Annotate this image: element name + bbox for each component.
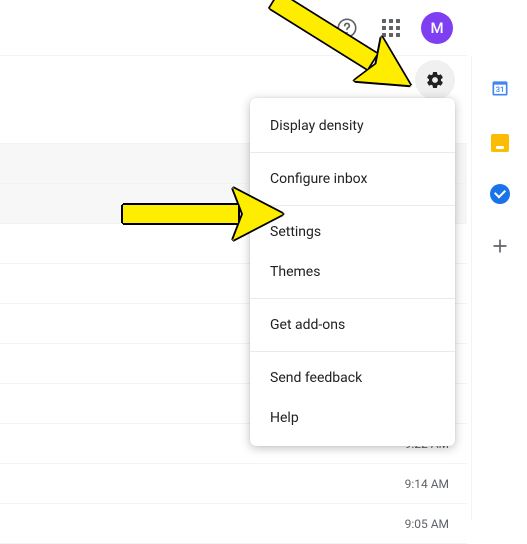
mail-row[interactable]: 9:14 AM [0,464,467,504]
calendar-icon: 31 [490,78,510,98]
settings-menu: Display density Configure inbox Settings… [250,98,455,446]
menu-divider [250,351,455,352]
menu-divider [250,152,455,153]
apps-button[interactable] [371,8,411,48]
menu-item-display-density[interactable]: Display density [250,106,455,146]
plus-icon [490,236,510,256]
side-panel: 31 [471,56,527,520]
help-button[interactable] [327,8,367,48]
apps-icon [382,19,400,37]
mail-row[interactable]: 9:05 AM [0,504,467,544]
menu-item-settings[interactable]: Settings [250,212,455,252]
calendar-addon-button[interactable]: 31 [490,78,510,102]
menu-item-help[interactable]: Help [250,398,455,438]
avatar[interactable]: M [421,12,453,44]
keep-addon-button[interactable] [491,134,509,152]
tasks-addon-button[interactable] [490,184,510,204]
menu-divider [250,298,455,299]
topbar: M [0,0,467,56]
menu-item-send-feedback[interactable]: Send feedback [250,358,455,398]
mail-time: 9:14 AM [405,477,449,491]
help-icon [336,17,358,39]
settings-gear-button[interactable] [415,60,455,100]
svg-text:31: 31 [495,85,504,94]
menu-item-configure-inbox[interactable]: Configure inbox [250,159,455,199]
toolbar-row [0,56,467,104]
gear-icon [425,70,445,90]
add-addon-button[interactable] [490,236,510,256]
menu-item-themes[interactable]: Themes [250,252,455,292]
menu-divider [250,205,455,206]
menu-item-get-addons[interactable]: Get add-ons [250,305,455,345]
mail-time: 9:05 AM [405,517,449,531]
